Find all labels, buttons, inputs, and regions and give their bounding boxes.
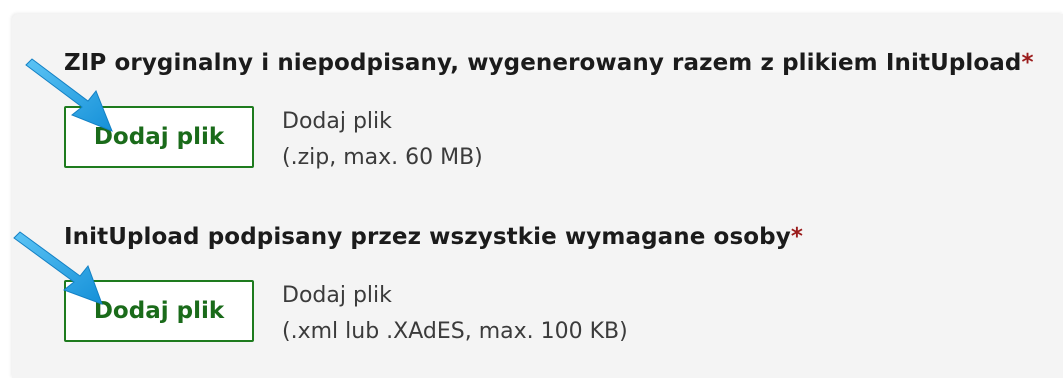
initupload-hint-detail: (.xml lub .XAdES, max. 100 KB)	[282, 319, 628, 344]
zip-file-field-label: ZIP oryginalny i niepodpisany, wygenerow…	[64, 50, 1034, 76]
required-marker: *	[1021, 50, 1034, 76]
zip-file-hint: Dodaj plik (.zip, max. 60 MB)	[282, 104, 483, 176]
initupload-field-label-text: InitUpload podpisany przez wszystkie wym…	[64, 224, 791, 250]
required-marker: *	[790, 224, 803, 250]
add-zip-file-button[interactable]: Dodaj plik	[64, 106, 254, 168]
add-initupload-file-button[interactable]: Dodaj plik	[64, 280, 254, 342]
zip-file-hint-title: Dodaj plik	[282, 109, 392, 134]
initupload-hint: Dodaj plik (.xml lub .XAdES, max. 100 KB…	[282, 278, 628, 350]
initupload-hint-title: Dodaj plik	[282, 283, 392, 308]
initupload-field-label: InitUpload podpisany przez wszystkie wym…	[64, 224, 803, 250]
zip-file-field-label-text: ZIP oryginalny i niepodpisany, wygenerow…	[64, 50, 1022, 76]
zip-file-hint-detail: (.zip, max. 60 MB)	[282, 145, 483, 170]
